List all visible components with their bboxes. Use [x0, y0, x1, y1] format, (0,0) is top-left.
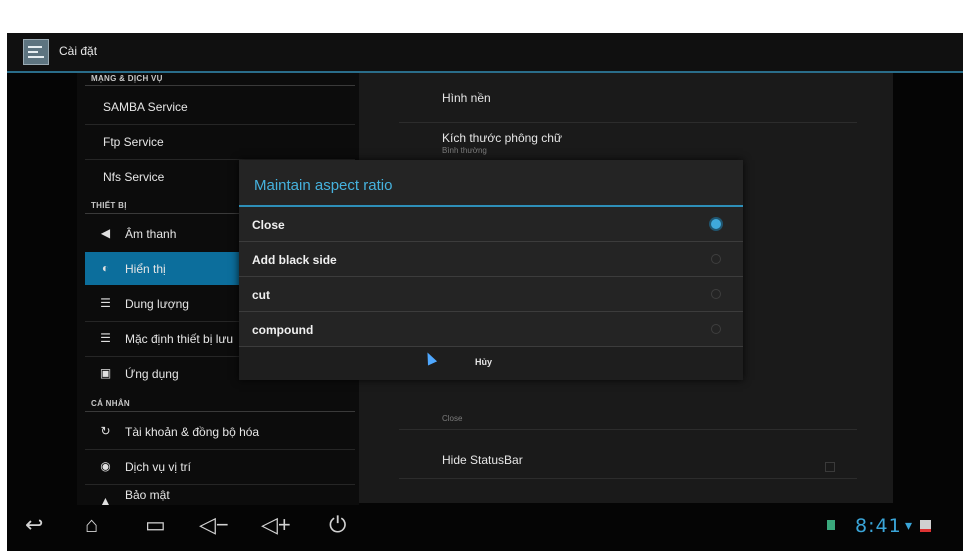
hide-statusbar-setting[interactable]: Hide StatusBar — [442, 453, 523, 467]
aspect-ratio-value: Close — [442, 414, 463, 423]
dialog-title: Maintain aspect ratio — [254, 177, 393, 194]
speaker-icon: ◀ — [100, 226, 111, 240]
sidebar-item-label: Dung lượng — [125, 297, 189, 311]
display-brightness-icon: ◐ — [101, 261, 110, 275]
battery-icon — [827, 520, 835, 530]
section-divider — [85, 411, 355, 412]
dialog-button-bar: Hủy — [239, 347, 743, 380]
font-size-value: Bình thường — [442, 146, 487, 155]
option-label: compound — [252, 323, 314, 337]
radio-selected-icon[interactable] — [711, 219, 721, 229]
volume-down-icon[interactable]: ◁− — [199, 511, 229, 539]
sidebar-item-ftp[interactable]: Ftp Service — [85, 125, 359, 158]
option-close[interactable]: Close — [239, 207, 743, 242]
hide-statusbar-checkbox[interactable] — [825, 462, 835, 472]
cancel-button[interactable]: Hủy — [475, 357, 492, 367]
location-icon: ◉ — [100, 459, 111, 473]
power-icon[interactable]: ⏻ — [329, 511, 346, 539]
sidebar-item-label: Nfs Service — [103, 170, 165, 184]
sidebar-item-label: Mặc định thiết bị lưu — [125, 332, 234, 346]
divider — [399, 478, 857, 479]
option-cut[interactable]: cut — [239, 277, 743, 312]
sidebar-item-label: Ftp Service — [103, 135, 164, 149]
sync-icon: ↻ — [100, 424, 111, 438]
option-label: Add black side — [252, 253, 337, 267]
sidebar-item-accounts[interactable]: ↻ Tài khoản & đồng bộ hóa — [85, 415, 359, 448]
section-header-device: THIẾT BỊ — [91, 201, 127, 210]
option-compound[interactable]: compound — [239, 312, 743, 347]
section-header-network: MẠNG & DỊCH VỤ — [91, 74, 163, 83]
sidebar-item-location[interactable]: ◉ Dịch vụ vị trí — [85, 450, 359, 483]
status-clock: 8:41 — [855, 515, 902, 537]
sidebar-item-label: SAMBA Service — [103, 100, 188, 114]
section-header-personal: CÁ NHÂN — [91, 399, 130, 408]
sidebar-item-label: Bảo mật — [125, 488, 170, 502]
back-icon[interactable]: ↩ — [25, 511, 43, 539]
divider — [399, 122, 857, 123]
volume-up-icon[interactable]: ◁+ — [261, 511, 291, 539]
font-size-setting[interactable]: Kích thước phông chữ — [442, 131, 562, 145]
wifi-icon: ▾ — [905, 517, 913, 533]
sidebar-item-label: Âm thanh — [125, 227, 177, 241]
option-label: Close — [252, 218, 285, 232]
sidebar-item-label: Hiển thị — [125, 262, 166, 276]
storage-icon: ☰ — [100, 296, 111, 310]
sidebar-item-label: Ứng dụng — [125, 367, 179, 381]
radio-unselected-icon[interactable] — [711, 324, 721, 334]
android-screen: Cài đặt MẠNG & DỊCH VỤ SAMBA Service Ftp… — [7, 33, 963, 551]
option-label: cut — [252, 288, 270, 302]
radio-unselected-icon[interactable] — [711, 254, 721, 264]
section-divider — [85, 85, 355, 86]
recent-apps-icon[interactable]: ▭ — [145, 511, 166, 539]
mouse-cursor-icon — [422, 350, 438, 366]
notification-icon — [920, 520, 931, 532]
sidebar-item-samba[interactable]: SAMBA Service — [85, 90, 359, 123]
system-navigation-bar: ↩ ⌂ ▭ ◁− ◁+ ⏻ 8:41 ▾ — [7, 505, 963, 551]
app-title: Cài đặt — [59, 44, 98, 58]
sidebar-item-label: Dịch vụ vị trí — [125, 460, 192, 474]
storage-icon: ☰ — [100, 331, 111, 345]
radio-unselected-icon[interactable] — [711, 289, 721, 299]
action-bar: Cài đặt — [7, 33, 963, 73]
settings-app-icon[interactable] — [23, 39, 49, 65]
sidebar-item-label: Tài khoản & đồng bộ hóa — [125, 425, 260, 439]
home-icon[interactable]: ⌂ — [85, 511, 98, 539]
aspect-ratio-dialog: Maintain aspect ratio Close Add black si… — [239, 160, 743, 380]
option-add-black-side[interactable]: Add black side — [239, 242, 743, 277]
wallpaper-setting[interactable]: Hình nền — [442, 91, 491, 105]
apps-icon: ▣ — [99, 366, 112, 380]
divider — [399, 429, 857, 430]
